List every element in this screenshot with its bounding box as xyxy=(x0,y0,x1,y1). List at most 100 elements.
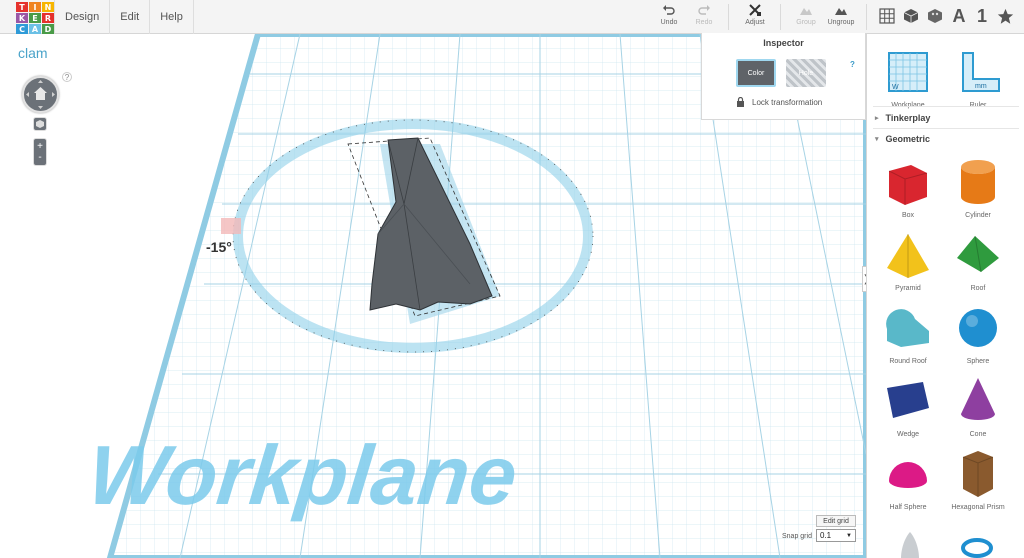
orbit-control[interactable] xyxy=(22,76,59,113)
inspector-help-icon[interactable]: ? xyxy=(850,60,855,69)
grid-view-icon[interactable] xyxy=(876,5,898,27)
wedge-shape[interactable]: Wedge xyxy=(873,373,943,438)
inspector-panel: Inspector Color Hole ? Lock transformati… xyxy=(701,33,866,120)
box-icon xyxy=(888,165,928,205)
text-tool-icon[interactable]: A xyxy=(948,5,970,27)
redo-button[interactable]: Redo xyxy=(687,3,721,31)
logo-letter: I xyxy=(29,2,41,12)
hexagonal-prism-icon xyxy=(962,451,994,497)
menu-design[interactable]: Design xyxy=(54,0,109,34)
paraboloid-icon xyxy=(901,532,919,558)
bricks-view-icon[interactable] xyxy=(924,5,946,27)
hexagonal-prism-shape[interactable]: Hexagonal Prism xyxy=(943,446,1013,511)
cylinder-shape[interactable]: Cylinder xyxy=(943,154,1013,219)
logo-letter: C xyxy=(16,24,28,34)
zoom-in-button[interactable]: + xyxy=(37,141,43,152)
tinkercad-logo[interactable]: TIN KER CAD xyxy=(16,2,54,34)
ruler-tool[interactable]: mm Ruler xyxy=(943,44,1013,109)
group-icon xyxy=(800,8,812,15)
shape-label: Roof xyxy=(970,285,986,292)
pyramid-icon xyxy=(887,234,929,278)
svg-text:mm: mm xyxy=(975,83,987,90)
lock-label: Lock transformation xyxy=(752,97,823,107)
section-tinkerplay[interactable]: ▸ Tinkerplay xyxy=(875,113,1015,123)
adjust-icon xyxy=(749,4,761,16)
sphere-icon xyxy=(959,309,997,347)
box-shape[interactable]: Box xyxy=(873,154,943,219)
menu-edit[interactable]: Edit xyxy=(109,0,149,34)
snap-grid-label: Snap grid xyxy=(782,533,812,540)
angle-readout: -15° xyxy=(206,239,232,255)
collapse-icon: ▾ xyxy=(875,136,879,143)
pyramid-shape[interactable]: Pyramid xyxy=(873,227,943,292)
expand-icon: ▸ xyxy=(875,115,879,122)
ortho-view-button[interactable] xyxy=(33,117,47,131)
paraboloid-shape[interactable] xyxy=(895,530,925,558)
angle-marker xyxy=(221,218,241,234)
lock-icon xyxy=(737,97,744,107)
logo-letter: N xyxy=(42,2,54,12)
adjust-button[interactable]: Adjust xyxy=(738,3,772,31)
ruler-icon: mm xyxy=(962,52,1000,92)
shape-label: Round Roof xyxy=(889,358,927,365)
menu-help[interactable]: Help xyxy=(149,0,194,34)
workplane-icon: W xyxy=(888,52,928,92)
sphere-shape[interactable]: Sphere xyxy=(943,300,1013,365)
undo-button[interactable]: Undo xyxy=(652,3,686,31)
section-geometric[interactable]: ▾ Geometric xyxy=(875,134,1015,144)
zoom-control[interactable]: + - xyxy=(33,138,47,166)
shape-label: Pyramid xyxy=(895,285,921,292)
dropdown-arrow-icon: ▼ xyxy=(846,532,852,539)
shape-label: Wedge xyxy=(896,431,920,438)
project-name[interactable]: clam xyxy=(18,45,48,61)
home-icon xyxy=(26,80,55,109)
workplane-watermark: Workplane xyxy=(84,428,522,522)
cylinder-icon xyxy=(961,160,995,204)
star-icon[interactable] xyxy=(994,5,1016,27)
round-roof-icon xyxy=(886,309,929,347)
ungroup-icon xyxy=(835,8,847,15)
wedge-icon xyxy=(887,382,929,418)
ungroup-button[interactable]: Ungroup xyxy=(824,3,858,31)
inspector-title: Inspector xyxy=(763,38,804,48)
half-sphere-icon xyxy=(889,462,927,488)
top-toolbar: TINKERCAD Design Edit Help Undo Redo Adj… xyxy=(0,0,1024,34)
shape-label: Hexagonal Prism xyxy=(951,504,1005,511)
cone-shape[interactable]: Cone xyxy=(943,373,1013,438)
logo-letter: E xyxy=(29,13,41,23)
torus-shape[interactable] xyxy=(961,534,993,558)
shape-label: Sphere xyxy=(966,358,990,365)
cube-small-icon xyxy=(36,120,44,128)
roof-icon xyxy=(957,235,999,273)
half-sphere-shape[interactable]: Half Sphere xyxy=(873,446,943,511)
cube-view-icon[interactable] xyxy=(900,5,922,27)
edit-grid-button[interactable]: Edit grid xyxy=(816,515,856,527)
redo-icon xyxy=(698,5,710,15)
shapes-panel: W Workplane mm Ruler ▸Tinkerplay ▾Geomet… xyxy=(866,34,1024,558)
shape-label: Box xyxy=(901,212,915,219)
logo-letter: D xyxy=(42,24,54,34)
logo-letter: R xyxy=(42,13,54,23)
torus-icon xyxy=(961,538,993,558)
zoom-out-button[interactable]: - xyxy=(38,152,41,163)
shape-label: Half Sphere xyxy=(889,504,927,511)
hole-button[interactable]: Hole xyxy=(786,59,826,87)
round-roof-shape[interactable]: Round Roof xyxy=(873,300,943,365)
shape-label: Cylinder xyxy=(965,212,991,219)
undo-icon xyxy=(663,5,675,15)
main-menu: Design Edit Help xyxy=(54,0,194,34)
svg-text:W: W xyxy=(892,84,899,91)
snap-grid-select[interactable]: 0.1 ▼ xyxy=(816,529,856,542)
shape-label: Cone xyxy=(969,431,987,438)
roof-shape[interactable]: Roof xyxy=(943,227,1013,292)
number-tool-icon[interactable]: 1 xyxy=(971,5,993,27)
logo-letter: A xyxy=(29,24,41,34)
workplane-tool[interactable]: W Workplane xyxy=(873,44,943,109)
logo-letter: K xyxy=(16,13,28,23)
color-button[interactable]: Color xyxy=(736,59,776,87)
logo-letter: T xyxy=(16,2,28,12)
cone-icon xyxy=(961,378,995,420)
lock-transformation-toggle[interactable]: Lock transformation xyxy=(736,97,822,107)
view-help-icon[interactable]: ? xyxy=(62,72,72,82)
group-button[interactable]: Group xyxy=(789,3,823,31)
